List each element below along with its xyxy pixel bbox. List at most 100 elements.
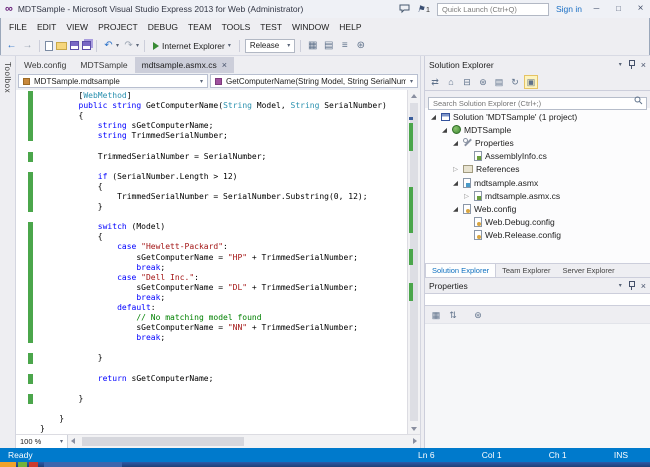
properties-object-select[interactable] <box>425 293 650 306</box>
tree-item-solution-mdtsample-1-project[interactable]: ◢Solution 'MDTSample' (1 project) <box>425 110 650 123</box>
solution-explorer-icon[interactable]: ▤ <box>322 37 335 55</box>
member-dropdown[interactable]: GetComputerName(String Model, String Ser… <box>210 74 418 88</box>
menu-item-view[interactable]: VIEW <box>61 18 93 36</box>
code-line <box>16 404 407 414</box>
tree-item-web-debug-config[interactable]: Web.Debug.config <box>425 216 650 229</box>
tree-item-properties[interactable]: ◢Properties <box>425 136 650 149</box>
tree-item-mdtsample-asmx-cs[interactable]: ▷mdtsample.asmx.cs <box>425 189 650 202</box>
property-pages-icon[interactable]: ⊛ <box>471 308 485 322</box>
quick-launch-input[interactable] <box>437 3 549 16</box>
scroll-up-icon[interactable] <box>408 90 420 101</box>
code-line: break; <box>16 263 407 273</box>
home-icon[interactable]: ⌂ <box>444 75 458 89</box>
scroll-right-icon[interactable] <box>408 435 420 448</box>
menu-item-help[interactable]: HELP <box>334 18 366 36</box>
expander-icon[interactable]: ▷ <box>462 192 471 200</box>
tree-item-mdtsample[interactable]: ◢MDTSample <box>425 123 650 136</box>
maximize-button[interactable]: □ <box>611 0 626 18</box>
expander-icon[interactable]: ◢ <box>451 139 460 147</box>
expander-icon[interactable]: ◢ <box>451 179 460 187</box>
save-icon[interactable] <box>70 41 79 50</box>
collapse-all-icon[interactable]: ⊟ <box>460 75 474 89</box>
alphabetical-icon[interactable]: ⇅ <box>446 308 460 322</box>
menu-item-debug[interactable]: DEBUG <box>143 18 183 36</box>
panel-tab-team-explorer[interactable]: Team Explorer <box>496 264 556 277</box>
expander-icon[interactable]: ◢ <box>429 113 438 121</box>
solution-explorer-header[interactable]: Solution Explorer ▾ × <box>425 56 650 73</box>
code-editor[interactable]: [WebMethod] public string GetComputerNam… <box>16 90 420 434</box>
type-dropdown[interactable]: MDTSample.mdtsample ▾ <box>18 74 208 88</box>
tree-item-web-release-config[interactable]: Web.Release.config <box>425 229 650 242</box>
run-button[interactable]: Internet Explorer▾ <box>150 41 234 51</box>
properties-icon[interactable]: ⊛ <box>476 75 490 89</box>
expander-icon[interactable]: ◢ <box>440 126 449 134</box>
tree-item-label: mdtsample.asmx <box>474 178 538 188</box>
notifications-flag-icon[interactable]: ⚑1 <box>417 4 430 15</box>
window-position-icon[interactable]: ▾ <box>619 282 622 289</box>
taskbar-app-icon[interactable] <box>18 462 27 467</box>
expander-icon[interactable]: ◢ <box>451 205 460 213</box>
sync-with-active-document-icon[interactable]: ⇄ <box>428 75 442 89</box>
new-file-icon[interactable] <box>45 41 53 51</box>
code-area[interactable]: [WebMethod] public string GetComputerNam… <box>16 90 407 434</box>
tree-item-assemblyinfo-cs[interactable]: AssemblyInfo.cs <box>425 150 650 163</box>
windows-taskbar[interactable] <box>0 462 650 467</box>
config-icon <box>474 217 482 227</box>
feedback-icon[interactable] <box>399 4 410 14</box>
menu-item-file[interactable]: FILE <box>4 18 32 36</box>
close-button[interactable]: × <box>633 0 648 18</box>
close-icon[interactable]: × <box>222 57 227 73</box>
configuration-select[interactable]: Release▾ <box>245 39 295 53</box>
menu-item-tools[interactable]: TOOLS <box>217 18 256 36</box>
menu-item-project[interactable]: PROJECT <box>93 18 143 36</box>
find-in-files-icon[interactable]: ▦ <box>306 37 319 55</box>
taskbar-start-icon[interactable] <box>0 462 16 467</box>
refresh-icon[interactable]: ↻ <box>508 75 522 89</box>
panel-tab-solution-explorer[interactable]: Solution Explorer <box>425 264 496 277</box>
preview-selected-items-icon[interactable]: ▣ <box>524 75 538 89</box>
open-file-icon[interactable] <box>56 42 67 50</box>
change-bar <box>16 343 40 353</box>
sign-in-link[interactable]: Sign in <box>556 4 582 14</box>
zoom-select[interactable]: 100 % ▾ <box>16 435 68 448</box>
scroll-left-icon[interactable] <box>68 435 80 448</box>
pin-icon[interactable] <box>628 281 635 290</box>
menu-item-team[interactable]: TEAM <box>183 18 217 36</box>
taskbar-app-icon[interactable] <box>29 462 38 467</box>
pin-icon[interactable] <box>628 60 635 69</box>
tree-item-mdtsample-asmx[interactable]: ◢ mdtsample.asmx <box>425 176 650 189</box>
scrollbar-thumb[interactable] <box>82 437 244 446</box>
horizontal-scrollbar[interactable] <box>68 435 420 448</box>
tree-item-references[interactable]: ▷References <box>425 163 650 176</box>
navigate-forward-icon[interactable]: → <box>21 37 34 55</box>
menu-item-test[interactable]: TEST <box>255 18 287 36</box>
undo-icon[interactable]: ↶ <box>102 37 115 55</box>
document-tab-mdtsample[interactable]: MDTSample <box>73 57 134 73</box>
panel-tab-server-explorer[interactable]: Server Explorer <box>556 264 620 277</box>
menu-item-window[interactable]: WINDOW <box>287 18 334 36</box>
vertical-scrollbar[interactable] <box>407 90 420 434</box>
expander-icon[interactable]: ▷ <box>451 165 460 173</box>
window-position-icon[interactable]: ▾ <box>619 61 622 68</box>
solution-search-input[interactable] <box>428 97 647 110</box>
show-all-files-icon[interactable]: ▤ <box>492 75 506 89</box>
scroll-down-icon[interactable] <box>408 423 420 434</box>
close-icon[interactable]: × <box>641 281 646 291</box>
categorized-icon[interactable]: ▦ <box>429 308 443 322</box>
minimize-button[interactable]: ─ <box>589 0 604 18</box>
tree-item-web-config[interactable]: ◢Web.config <box>425 202 650 215</box>
document-tab-mdtsample-asmx-cs[interactable]: mdtsample.asmx.cs× <box>135 57 234 73</box>
options-icon[interactable]: ⊛ <box>354 37 367 55</box>
menu-item-edit[interactable]: EDIT <box>32 18 61 36</box>
taskbar-app-button[interactable] <box>44 462 122 467</box>
task-list-icon[interactable]: ≡ <box>338 37 351 55</box>
close-icon[interactable]: × <box>641 60 646 70</box>
document-tab-web-config[interactable]: Web.config <box>17 57 73 73</box>
redo-icon[interactable]: ↷ <box>122 37 135 55</box>
navigate-backward-icon[interactable]: ← <box>5 37 18 55</box>
properties-header[interactable]: Properties ▾ × <box>425 277 650 293</box>
scrollbar-track[interactable] <box>408 101 420 423</box>
save-all-icon[interactable] <box>82 41 91 50</box>
code-line: { <box>16 182 407 192</box>
toolbox-tab[interactable]: Toolbox <box>0 56 16 448</box>
